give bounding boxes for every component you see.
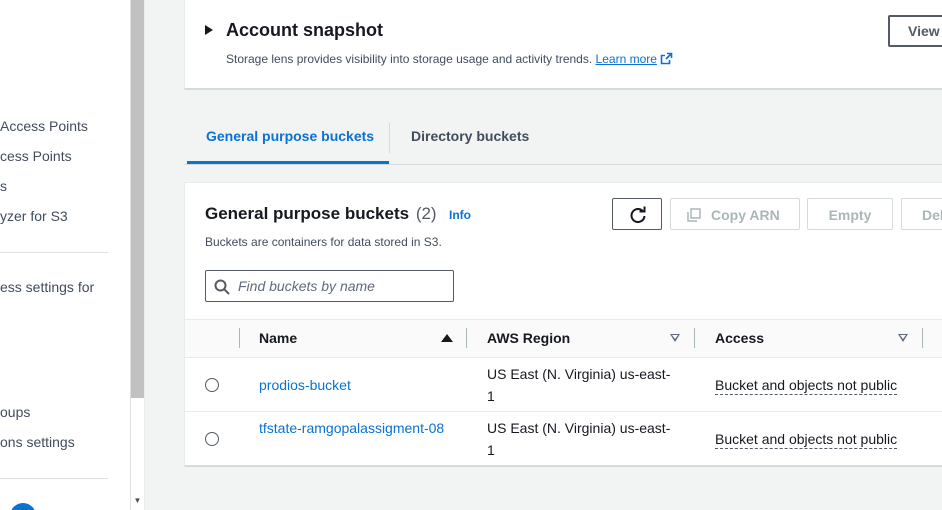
- tab-general-purpose-buckets[interactable]: General purpose buckets: [206, 128, 374, 144]
- search-input[interactable]: [238, 277, 448, 295]
- panel-title-text: General purpose buckets: [205, 204, 410, 223]
- info-link[interactable]: Info: [449, 208, 471, 222]
- column-separator[interactable]: [922, 328, 923, 348]
- sidebar-item-storage-lens-groups[interactable]: oups: [0, 404, 30, 420]
- tab-directory-buckets[interactable]: Directory buckets: [411, 128, 529, 144]
- content-divider: [144, 0, 145, 510]
- account-snapshot-title[interactable]: Account snapshot: [226, 20, 383, 41]
- refresh-icon: [630, 206, 646, 223]
- copy-arn-button[interactable]: Copy ARN: [670, 198, 800, 230]
- sidebar-divider: [0, 478, 108, 479]
- sidebar-item-access-points[interactable]: Access Points: [0, 118, 88, 134]
- tab-separator: [389, 123, 390, 153]
- copy-icon: [687, 208, 701, 222]
- bucket-count: (2): [415, 204, 437, 223]
- row-divider: [185, 411, 942, 412]
- account-snapshot-description: Storage lens provides visibility into st…: [226, 52, 673, 66]
- panel-description: Buckets are containers for data stored i…: [205, 235, 442, 249]
- sidebar-item-organizations-settings[interactable]: ons settings: [0, 434, 75, 450]
- expand-caret-icon[interactable]: [205, 25, 213, 35]
- sidebar-item-block-public-access-settings[interactable]: ess settings for: [0, 279, 94, 295]
- search-icon: [214, 279, 230, 295]
- scroll-down-arrow-icon[interactable]: ▼: [131, 495, 144, 507]
- delete-button[interactable]: Del: [901, 198, 942, 230]
- sidebar-divider: [0, 252, 108, 253]
- copy-arn-label: Copy ARN: [711, 207, 780, 223]
- bucket-name-link[interactable]: tfstate-ramgopalassigment-08: [259, 417, 449, 439]
- tabs-baseline: [184, 164, 942, 165]
- bucket-region: US East (N. Virginia) us-east-1: [487, 420, 671, 458]
- column-separator[interactable]: [466, 328, 467, 348]
- bucket-name-link[interactable]: prodios-bucket: [259, 374, 449, 396]
- learn-more-link[interactable]: Learn more: [596, 52, 673, 66]
- column-header-aws-region[interactable]: AWS Region: [487, 330, 570, 346]
- learn-more-label: Learn more: [595, 52, 657, 66]
- sidebar-item-batch-operations[interactable]: s: [0, 178, 7, 194]
- sort-icon[interactable]: [898, 334, 908, 342]
- panel-title: General purpose buckets (2): [205, 204, 437, 224]
- external-link-icon: [660, 52, 673, 65]
- sidebar-item-multi-region-access-points[interactable]: cess Points: [0, 148, 72, 164]
- sort-ascending-icon[interactable]: [441, 334, 453, 342]
- snapshot-description-text: Storage lens provides visibility into st…: [226, 52, 593, 66]
- sidebar-scrollbar-thumb[interactable]: [131, 0, 144, 398]
- sidebar-item-access-analyzer[interactable]: yzer for S3: [0, 208, 68, 224]
- row-select-radio[interactable]: [205, 378, 219, 392]
- column-separator[interactable]: [694, 328, 695, 348]
- notification-badge: [10, 503, 36, 510]
- column-header-name[interactable]: Name: [259, 330, 297, 346]
- sidebar-nav: Access Points cess Points s yzer for S3 …: [0, 0, 130, 510]
- refresh-button[interactable]: [612, 198, 662, 230]
- bucket-region: US East (N. Virginia) us-east-1: [487, 366, 671, 404]
- search-buckets[interactable]: [205, 270, 454, 302]
- row-select-radio[interactable]: [205, 432, 219, 446]
- column-separator: [239, 328, 240, 348]
- bucket-access-status[interactable]: Bucket and objects not public: [715, 430, 898, 449]
- view-storage-lens-dashboard-button[interactable]: View: [888, 15, 942, 47]
- bucket-access-status[interactable]: Bucket and objects not public: [715, 376, 898, 395]
- active-tab-indicator: [187, 161, 389, 164]
- account-snapshot-card: [184, 0, 942, 90]
- sort-icon[interactable]: [670, 334, 680, 342]
- column-header-access[interactable]: Access: [715, 330, 764, 346]
- empty-button[interactable]: Empty: [807, 198, 893, 230]
